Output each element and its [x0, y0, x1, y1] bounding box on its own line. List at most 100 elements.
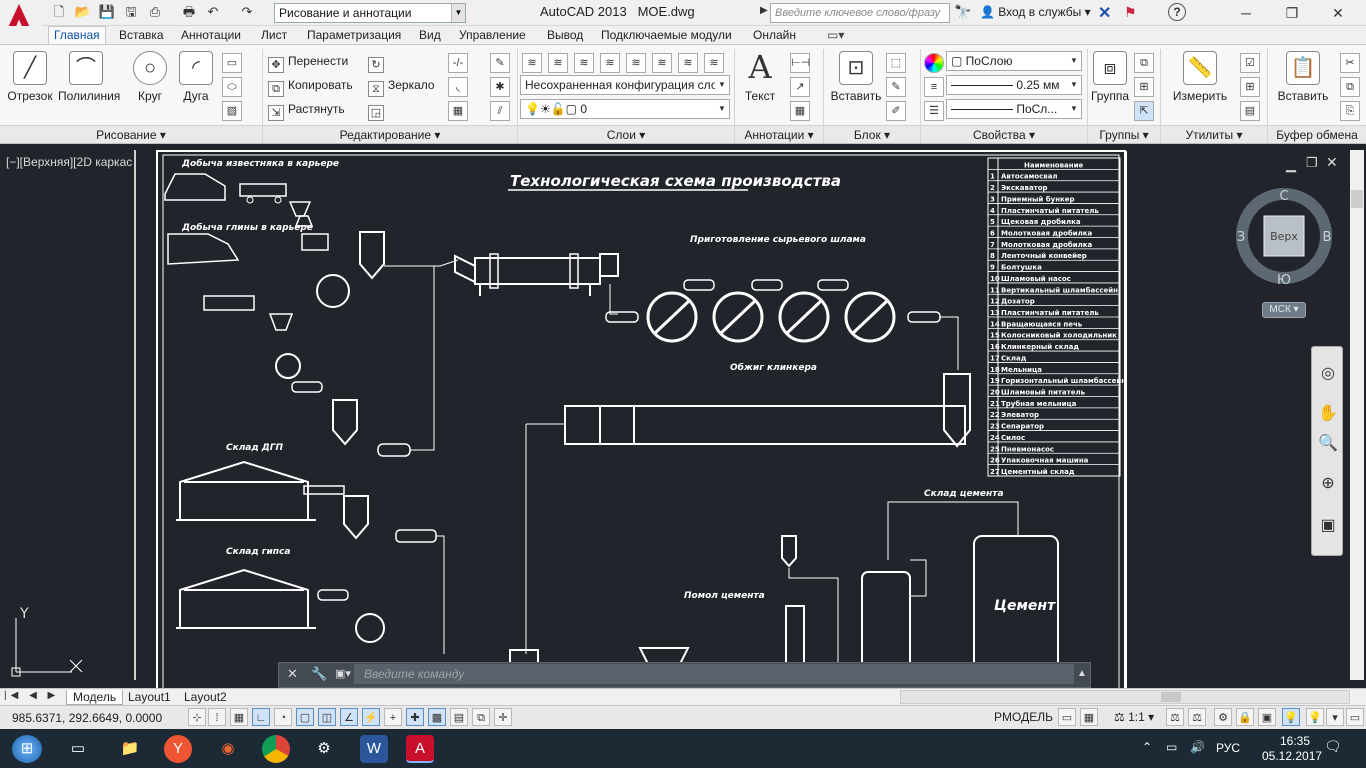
block-panel-title[interactable]: Блок ▾	[824, 125, 920, 143]
coordinates-display[interactable]: 985.6371, 292.6649, 0.0000	[12, 711, 162, 725]
lineweight-icon[interactable]: ≡	[924, 77, 944, 97]
transparency-icon[interactable]: ▩	[428, 708, 446, 726]
tab-output[interactable]: Вывод	[542, 27, 588, 44]
app-icon[interactable]: ◉	[214, 735, 242, 763]
drawing-canvas[interactable]: Наименование 1 Автосамосвал 2 Экскаватор 3 При…	[0, 144, 1366, 688]
measure-button[interactable]: 📏 Измерить	[1170, 49, 1230, 111]
exchange-icon[interactable]: ✕	[1098, 3, 1111, 23]
layer-match-icon[interactable]: ≋	[678, 53, 698, 73]
move-button[interactable]: ✥ Перенести	[268, 51, 348, 73]
dynamic-ucs-icon[interactable]: ⚡	[362, 708, 380, 726]
annotation-monitor-icon[interactable]: ✛	[494, 708, 512, 726]
lock-ui-icon[interactable]: 🔒	[1236, 708, 1254, 726]
fillet-icon[interactable]: ◟	[448, 77, 468, 97]
layer-state-icon[interactable]: ≋	[548, 53, 568, 73]
expand-search-icon[interactable]: ▶	[760, 5, 768, 16]
offset-icon[interactable]: ⫽	[490, 101, 510, 121]
group-button[interactable]: ⧈ Группа	[1088, 49, 1132, 111]
lineweight-dropdown[interactable]: 0.25 мм ▼	[946, 75, 1082, 95]
cut-icon[interactable]: ✂	[1340, 53, 1360, 73]
save-as-icon[interactable]: 🖫	[122, 4, 140, 20]
word-icon[interactable]: W	[360, 735, 388, 763]
polar-tracking-icon[interactable]: ◔	[274, 708, 292, 726]
mirror-button[interactable]: ⧖ Зеркало	[368, 75, 435, 97]
tab-parametric[interactable]: Параметризация	[302, 27, 406, 44]
steering-wheel-icon[interactable]: ◎	[1317, 363, 1339, 385]
rotate-button[interactable]: ↻	[368, 51, 388, 73]
layer-properties-icon[interactable]: ≋	[522, 53, 542, 73]
scale-button[interactable]: ◲	[368, 99, 388, 121]
viewport-minimize-icon[interactable]: ▁	[1286, 157, 1296, 173]
command-prompt-icon[interactable]: ▣▾	[335, 667, 351, 680]
tab-model[interactable]: Модель	[66, 690, 124, 705]
annotation-scale-dropdown[interactable]: ⚖ 1:1 ▾	[1114, 710, 1154, 724]
linetype-icon[interactable]: ☰	[924, 101, 944, 121]
clock[interactable]: 16:35 05.12.2017	[1262, 734, 1322, 764]
draw-panel-title[interactable]: Рисование ▾	[0, 125, 262, 143]
ucs-menu[interactable]: МСК ▾	[1262, 302, 1306, 318]
clean-screen-icon[interactable]: ▭	[1346, 708, 1364, 726]
help-icon[interactable]: ?	[1168, 3, 1186, 21]
quick-select-icon[interactable]: ☑	[1240, 53, 1260, 73]
polyline-button[interactable]: ⌒ Полилиния	[58, 49, 120, 111]
layer-dropdown[interactable]: 💡☀🔓▢ 0 ▼	[520, 99, 730, 119]
command-settings-icon[interactable]: 🔧	[311, 666, 327, 682]
tab-plugins[interactable]: Подключаемые модули	[596, 27, 737, 44]
layer-isolate-icon[interactable]: ≋	[574, 53, 594, 73]
showmotion-icon[interactable]: ▣	[1317, 515, 1339, 537]
file-explorer-icon[interactable]: 📁	[116, 735, 144, 763]
table-icon[interactable]: ▦	[790, 101, 810, 121]
model-space-toggle[interactable]: PМОДЕЛЬ	[994, 710, 1053, 724]
horizontal-scrollbar[interactable]	[900, 690, 1350, 704]
line-button[interactable]: ╱ Отрезок	[2, 49, 58, 111]
group-selection-icon[interactable]: ⇱	[1134, 101, 1154, 121]
layer-freeze-icon[interactable]: ≋	[626, 53, 646, 73]
linetype-dropdown[interactable]: ПоСл... ▼	[946, 99, 1082, 119]
orbit-icon[interactable]: ⊕	[1317, 473, 1339, 495]
tab-insert[interactable]: Вставка	[114, 27, 169, 44]
groups-panel-title[interactable]: Группы ▾	[1088, 125, 1160, 143]
quick-view-drawings-icon[interactable]: ▦	[1080, 708, 1098, 726]
layer-off-icon[interactable]: ≋	[600, 53, 620, 73]
hatch-icon[interactable]: ⬭	[222, 77, 242, 97]
grid-display-icon[interactable]: ▦	[230, 708, 248, 726]
rectangle-icon[interactable]: ▭	[222, 53, 242, 73]
start-button-icon[interactable]: ⊞	[12, 735, 42, 763]
ribbon-minimize-icon[interactable]: ▭▾	[822, 27, 849, 44]
volume-icon[interactable]: 🔊	[1190, 740, 1205, 754]
tab-layout2[interactable]: Layout2	[178, 690, 233, 705]
properties-panel-title[interactable]: Свойства ▾	[921, 125, 1087, 143]
network-icon[interactable]: ▭	[1166, 740, 1177, 754]
autocad-taskbar-icon[interactable]: A	[406, 735, 434, 763]
command-history-icon[interactable]: ▲	[1077, 668, 1087, 679]
object-snap-icon[interactable]: ▢	[296, 708, 314, 726]
arc-button[interactable]: ◜ Дуга	[168, 49, 224, 111]
edit-attributes-icon[interactable]: ✐	[886, 101, 906, 121]
dynamic-input-icon[interactable]: +	[384, 708, 402, 726]
selection-cycling-icon[interactable]: ⧉	[472, 708, 490, 726]
workspace-switching-icon[interactable]: ⚙	[1214, 708, 1232, 726]
search-input[interactable]: Введите ключевое слово/фразу	[770, 3, 950, 23]
stretch-button[interactable]: ⇲ Растянуть	[268, 99, 345, 121]
3d-osnap-icon[interactable]: ◫	[318, 708, 336, 726]
group-edit-icon[interactable]: ⊞	[1134, 77, 1154, 97]
minimize-button[interactable]: ─	[1226, 2, 1266, 24]
notifications-icon[interactable]: 🗨	[1324, 738, 1342, 755]
leader-icon[interactable]: ↗	[790, 77, 810, 97]
open-file-icon[interactable]: 📂	[74, 4, 92, 20]
isolate-objects-icon[interactable]: 💡	[1282, 708, 1300, 726]
select-all-icon[interactable]: ⊞	[1240, 77, 1260, 97]
annotation-panel-title[interactable]: Аннотации ▾	[735, 125, 823, 143]
tab-layout[interactable]: Лист	[256, 27, 292, 44]
modify-panel-title[interactable]: Редактирование ▾	[263, 125, 517, 143]
tab-layout1[interactable]: Layout1	[122, 690, 177, 705]
ungroup-icon[interactable]: ⧉	[1134, 53, 1154, 73]
maximize-button[interactable]: ❐	[1272, 2, 1312, 24]
close-button[interactable]: ✕	[1318, 2, 1358, 24]
match-properties-icon[interactable]	[924, 53, 944, 73]
layer-lock-icon[interactable]: ≋	[652, 53, 672, 73]
layers-panel-title[interactable]: Слои ▾	[518, 125, 734, 143]
create-block-icon[interactable]: ⬚	[886, 53, 906, 73]
save-icon[interactable]: 💾	[98, 4, 116, 20]
new-file-icon[interactable]: 🗋	[50, 4, 68, 20]
